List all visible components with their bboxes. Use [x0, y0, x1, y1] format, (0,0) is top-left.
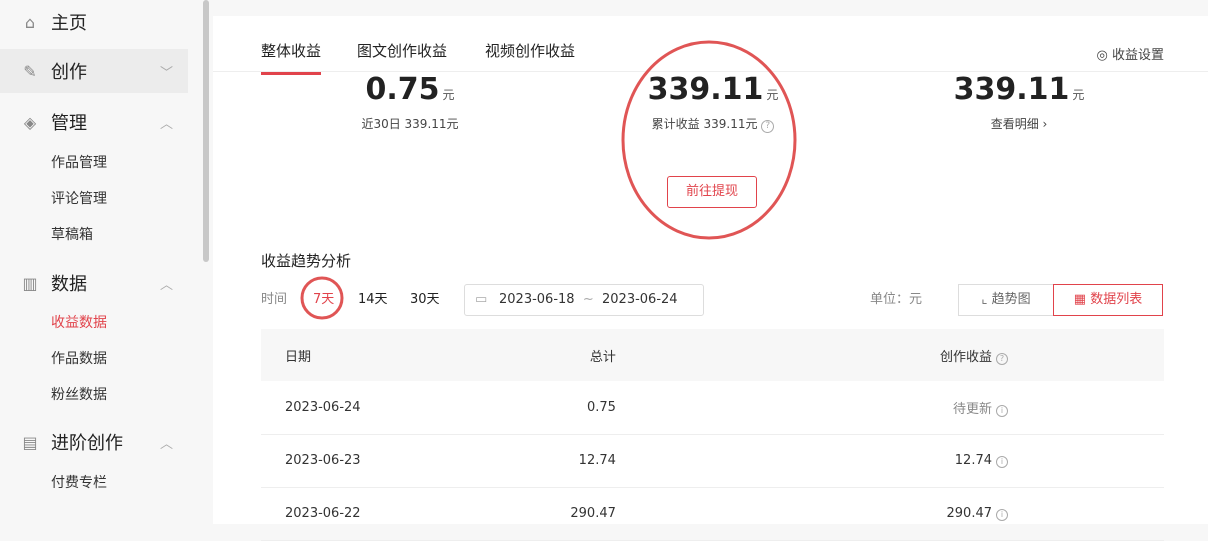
table-row: 2023-06-22 290.47 290.47 i — [261, 487, 1164, 541]
sidebar: ⌂ 主页 ✎ 创作 ﹀ ◈ 管理 ︿ 作品管理 评论管理 草稿箱 ▥ 数据 ︿ 收益数据 作品… — [0, 0, 205, 524]
sidebar-scrollbar[interactable] — [203, 0, 209, 262]
withdraw-button[interactable]: 前往提现 — [667, 176, 757, 208]
data-list-button[interactable]: ▦ 数据列表 — [1053, 284, 1163, 316]
tab-article[interactable]: 图文创作收益 — [357, 40, 447, 61]
nav-create[interactable]: ✎ 创作 ﹀ — [0, 49, 188, 93]
info-icon: i — [996, 456, 1008, 468]
stat-total: 339.11 元累计收益 339.11元 ? — [647, 72, 779, 133]
chevron-down-icon: ﹀ — [160, 65, 174, 81]
nav-paid-column[interactable]: 付费专栏 — [51, 472, 107, 492]
unit-label: 单位：元 — [870, 292, 923, 307]
tab-overall[interactable]: 整体收益 — [261, 40, 322, 75]
stat-balance: 339.11 元查看明细 › — [899, 72, 1139, 132]
range-30d[interactable]: 30天 — [410, 284, 440, 316]
nav-comment-manage[interactable]: 评论管理 — [51, 188, 107, 208]
nav-home[interactable]: ⌂ 主页 — [0, 0, 188, 44]
nav-works-data[interactable]: 作品数据 — [51, 348, 107, 368]
table-row: 2023-06-24 0.75 待更新 i — [261, 381, 1164, 435]
nav-drafts[interactable]: 草稿箱 — [51, 224, 93, 244]
trend-chart-button[interactable]: ⌞ 趋势图 — [958, 284, 1054, 316]
chevron-up-icon: ︿ — [160, 277, 174, 293]
help-icon[interactable]: ? — [761, 120, 775, 133]
nav-advanced[interactable]: ▤ 进阶创作 ︿ — [0, 420, 188, 464]
tab-bar: 整体收益 图文创作收益 视频创作收益 ◎ 收益设置 — [213, 16, 1208, 75]
table-header: 日期 总计 创作收益? — [261, 329, 1164, 381]
range-7d[interactable]: 7天 — [313, 284, 334, 316]
info-icon: i — [996, 509, 1008, 521]
view-details-link[interactable]: 查看明细 › — [899, 115, 1139, 132]
stat-recent: 0.75 元近30日 339.11元 — [361, 72, 459, 131]
nav-data[interactable]: ▥ 数据 ︿ — [0, 261, 188, 305]
section-title: 收益趋势分析 — [261, 252, 352, 270]
nav-fans-data[interactable]: 粉丝数据 — [51, 384, 107, 404]
layers-icon: ◈ — [23, 112, 37, 132]
nav-works-manage[interactable]: 作品管理 — [51, 152, 107, 172]
nav-manage[interactable]: ◈ 管理 ︿ — [0, 100, 188, 144]
table-icon: ▦ — [1073, 292, 1087, 307]
chevron-up-icon: ︿ — [160, 116, 174, 132]
range-14d[interactable]: 14天 — [358, 284, 388, 316]
calendar-icon: ▭ — [475, 292, 488, 307]
time-label: 时间 — [261, 292, 288, 307]
bar-chart-icon: ▥ — [22, 273, 38, 293]
date-range-picker[interactable]: ▭ 2023-06-18 ~ 2023-06-24 — [464, 284, 704, 316]
pen-icon: ✎ — [23, 61, 37, 81]
chevron-up-icon: ︿ — [160, 436, 174, 452]
nav-income-data[interactable]: 收益数据 — [51, 312, 107, 332]
edit-doc-icon: ▤ — [22, 432, 38, 452]
help-icon[interactable]: ? — [996, 352, 1008, 365]
gear-icon: ◎ — [1096, 48, 1108, 63]
income-table: 日期 总计 创作收益? 2023-06-24 0.75 待更新 i 2023-06-23 1… — [261, 329, 1164, 541]
tab-video[interactable]: 视频创作收益 — [485, 40, 575, 61]
line-chart-icon: ⌞ — [981, 292, 988, 307]
table-row: 2023-06-23 12.74 12.74 i — [261, 434, 1164, 488]
main-panel: 整体收益 图文创作收益 视频创作收益 ◎ 收益设置 0.75 元近30日 339.… — [213, 16, 1208, 541]
info-icon: i — [996, 404, 1008, 417]
home-icon: ⌂ — [24, 12, 36, 32]
income-settings-button[interactable]: ◎ 收益设置 — [1097, 44, 1165, 63]
